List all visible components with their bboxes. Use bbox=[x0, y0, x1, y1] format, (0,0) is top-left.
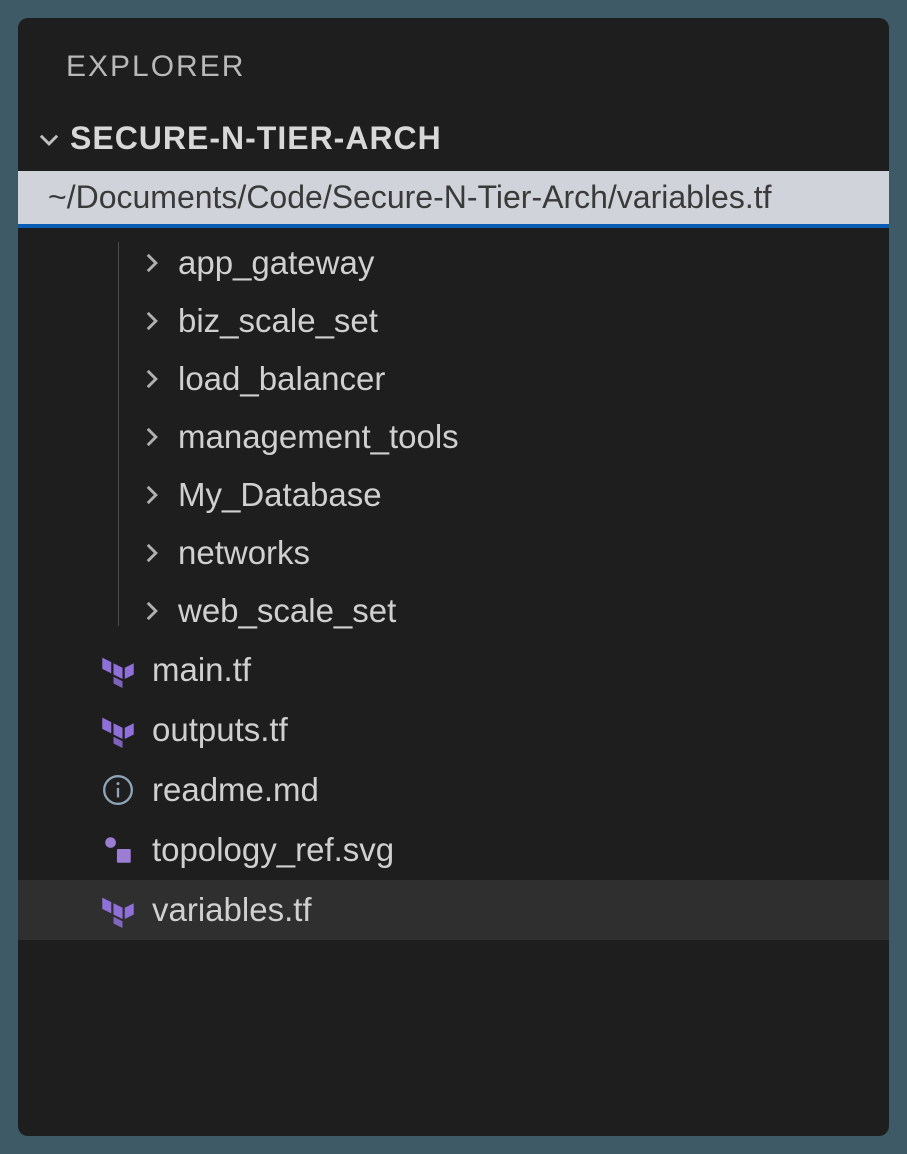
file-label: topology_ref.svg bbox=[152, 831, 394, 869]
folder-label: app_gateway bbox=[178, 244, 374, 282]
folder-label: My_Database bbox=[178, 476, 382, 514]
explorer-header: EXPLORER bbox=[18, 18, 889, 106]
chevron-right-icon bbox=[138, 424, 164, 450]
file-label: outputs.tf bbox=[152, 711, 288, 749]
file-label: variables.tf bbox=[152, 891, 312, 929]
terraform-icon bbox=[96, 708, 140, 752]
chevron-right-icon bbox=[138, 250, 164, 276]
file-outputs-tf[interactable]: outputs.tf bbox=[18, 700, 889, 760]
folder-label: biz_scale_set bbox=[178, 302, 378, 340]
file-path-tooltip: ~/Documents/Code/Secure-N-Tier-Arch/vari… bbox=[18, 171, 889, 228]
chevron-right-icon bbox=[138, 540, 164, 566]
file-readme-md[interactable]: readme.md bbox=[18, 760, 889, 820]
folder-label: web_scale_set bbox=[178, 592, 396, 630]
chevron-right-icon bbox=[138, 308, 164, 334]
project-name: SECURE-N-TIER-ARCH bbox=[70, 120, 442, 157]
folder-label: management_tools bbox=[178, 418, 459, 456]
chevron-down-icon bbox=[36, 126, 62, 152]
explorer-panel: EXPLORER SECURE-N-TIER-ARCH ~/Documents/… bbox=[18, 18, 889, 1136]
folder-label: load_balancer bbox=[178, 360, 385, 398]
file-label: readme.md bbox=[152, 771, 319, 809]
explorer-title: EXPLORER bbox=[66, 50, 889, 84]
folder-my-database[interactable]: My_Database bbox=[106, 466, 889, 524]
folder-app-gateway[interactable]: app_gateway bbox=[106, 234, 889, 292]
project-root-row[interactable]: SECURE-N-TIER-ARCH bbox=[18, 106, 889, 171]
chevron-right-icon bbox=[138, 598, 164, 624]
folder-networks[interactable]: networks bbox=[106, 524, 889, 582]
folder-management-tools[interactable]: management_tools bbox=[106, 408, 889, 466]
file-topology-ref-svg[interactable]: topology_ref.svg bbox=[18, 820, 889, 880]
chevron-right-icon bbox=[138, 366, 164, 392]
file-main-tf[interactable]: main.tf bbox=[18, 640, 889, 700]
folder-biz-scale-set[interactable]: biz_scale_set bbox=[106, 292, 889, 350]
svg-file-icon bbox=[96, 828, 140, 872]
terraform-icon bbox=[96, 648, 140, 692]
folder-web-scale-set[interactable]: web_scale_set bbox=[106, 582, 889, 640]
file-label: main.tf bbox=[152, 651, 251, 689]
file-variables-tf[interactable]: variables.tf bbox=[18, 880, 889, 940]
info-icon bbox=[96, 768, 140, 812]
terraform-icon bbox=[96, 888, 140, 932]
folder-label: networks bbox=[178, 534, 310, 572]
file-tree: app_gateway biz_scale_set load_balancer … bbox=[18, 228, 889, 940]
folder-group: app_gateway biz_scale_set load_balancer … bbox=[18, 234, 889, 640]
folder-load-balancer[interactable]: load_balancer bbox=[106, 350, 889, 408]
chevron-right-icon bbox=[138, 482, 164, 508]
